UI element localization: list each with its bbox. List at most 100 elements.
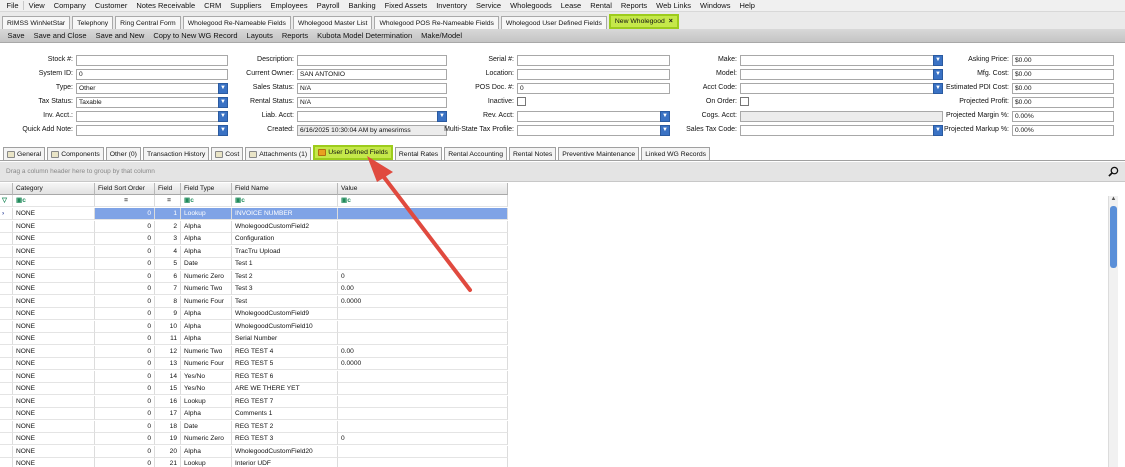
filter-cell[interactable]: ▣c <box>232 195 338 207</box>
cell-value[interactable] <box>338 383 508 395</box>
table-row[interactable]: › NONE 0 1 Lookup INVOICE NUMBER <box>0 208 508 220</box>
make-select[interactable] <box>740 55 943 66</box>
group-by-panel[interactable]: Drag a column header here to group by th… <box>0 162 1125 182</box>
cell-value[interactable]: 0.0000 <box>338 295 508 308</box>
table-row[interactable]: NONE 0 16 Lookup REG TEST 7 <box>0 395 508 408</box>
toolbar-make-model-button[interactable]: Make/Model <box>417 31 467 40</box>
inv-acct-select[interactable] <box>76 111 228 122</box>
menu-file[interactable]: File <box>2 0 23 12</box>
table-row[interactable]: NONE 0 19 Numeric Zero REG TEST 30 <box>0 433 508 445</box>
cell-value[interactable] <box>338 370 508 383</box>
cell-value[interactable] <box>338 458 508 467</box>
window-tab-rimss-winnetstar[interactable]: RIMSS WinNetStar <box>2 16 71 29</box>
description-input[interactable] <box>297 55 447 66</box>
multi-state-dropdown-icon[interactable]: ▼ <box>660 125 670 136</box>
table-row[interactable]: NONE 0 8 Numeric Four Test 0.0000 <box>0 295 508 308</box>
menu-lease[interactable]: Lease <box>556 0 585 12</box>
rev-acct-field[interactable]: Rev. Acct: ▼ <box>483 111 670 123</box>
tab-rental-notes[interactable]: Rental Notes <box>508 147 557 160</box>
table-row[interactable]: NONE 0 6 Numeric Zero Test 20 <box>0 270 508 283</box>
sales-tax-code-select[interactable] <box>740 125 943 136</box>
menu-inventory[interactable]: Inventory <box>432 0 472 12</box>
mfg-cost-input[interactable]: $0.00 <box>1012 69 1114 80</box>
column-header-value[interactable]: Value <box>338 183 508 195</box>
column-header-field[interactable]: Field <box>155 183 181 195</box>
filter-cell[interactable]: ▣c <box>181 195 232 207</box>
toolbar-kubota-model-determination-button[interactable]: Kubota Model Determination <box>313 31 417 40</box>
tab-linked-wg-records[interactable]: Linked WG Records <box>641 147 711 160</box>
toolbar-save-and-new-button[interactable]: Save and New <box>91 31 149 40</box>
est-pdi-field[interactable]: Estimated PDI Cost: $0.00 <box>946 83 1114 95</box>
cell-value[interactable] <box>338 333 508 345</box>
menu-suppliers[interactable]: Suppliers <box>226 0 266 12</box>
tax-status-field[interactable]: Tax Status: Taxable ▼ <box>38 97 228 109</box>
tab-cost[interactable]: Cost <box>211 147 244 160</box>
tab-other-0-[interactable]: Other (0) <box>105 147 141 160</box>
tab-rental-accounting[interactable]: Rental Accounting <box>444 147 507 160</box>
table-row[interactable]: NONE 0 11 Alpha Serial Number <box>0 333 508 345</box>
rev-acct-select[interactable] <box>517 111 670 122</box>
current-owner-input[interactable]: SAN ANTONIO <box>297 69 447 80</box>
menu-rental[interactable]: Rental <box>586 0 617 12</box>
cell-value[interactable] <box>338 208 508 220</box>
menu-wholegoods[interactable]: Wholegoods <box>506 0 557 12</box>
liab-acct-field[interactable]: Liab. Acct: ▼ <box>262 111 447 123</box>
model-dropdown-icon[interactable]: ▼ <box>933 69 943 80</box>
menu-fixed-assets[interactable]: Fixed Assets <box>380 0 432 12</box>
description-field[interactable]: Description: <box>257 55 447 67</box>
on-order-checkbox[interactable] <box>740 97 749 106</box>
window-tab-wholegood-pos-re-nameable-fields[interactable]: Wholegood POS Re-Nameable Fields <box>374 16 499 29</box>
filter-cell[interactable]: ▣c <box>13 195 95 207</box>
mfg-cost-field[interactable]: Mfg. Cost: $0.00 <box>977 69 1114 81</box>
sales-status-field[interactable]: Sales Status: N/A <box>253 83 447 95</box>
table-row[interactable]: NONE 0 2 Alpha WholegoodCustomField2 <box>0 220 508 233</box>
system-id-field[interactable]: System ID: 0 <box>39 69 228 81</box>
menu-reports[interactable]: Reports <box>616 0 651 12</box>
sales-tax-code-dropdown-icon[interactable]: ▼ <box>933 125 943 136</box>
rev-acct-dropdown-icon[interactable]: ▼ <box>660 111 670 122</box>
cell-value[interactable]: 0.00 <box>338 345 508 358</box>
window-tab-telephony[interactable]: Telephony <box>72 16 114 29</box>
acct-code-dropdown-icon[interactable]: ▼ <box>933 83 943 94</box>
model-field[interactable]: Model: ▼ <box>716 69 943 81</box>
table-row[interactable]: NONE 0 20 Alpha WholegoodCustomField20 <box>0 445 508 458</box>
rental-status-field[interactable]: Rental Status: N/A <box>250 97 447 109</box>
search-icon[interactable] <box>1108 166 1119 177</box>
asking-price-field[interactable]: Asking Price: $0.00 <box>968 55 1114 67</box>
window-tab-new-wholegood[interactable]: New Wholegood × <box>608 14 679 29</box>
inactive-checkbox[interactable] <box>517 97 526 106</box>
cell-value[interactable] <box>338 420 508 433</box>
vertical-scrollbar[interactable]: ▲ <box>1108 196 1118 467</box>
type-field[interactable]: Type: Other ▼ <box>56 83 228 95</box>
toolbar-save-button[interactable]: Save <box>3 31 29 40</box>
location-input[interactable] <box>517 69 670 80</box>
menu-service[interactable]: Service <box>472 0 506 12</box>
est-pdi-input[interactable]: $0.00 <box>1012 83 1114 94</box>
pos-doc-input[interactable]: 0 <box>517 83 670 94</box>
table-row[interactable]: NONE 0 18 Date REG TEST 2 <box>0 420 508 433</box>
type-dropdown-icon[interactable]: ▼ <box>218 83 228 94</box>
menu-view[interactable]: View <box>24 0 49 12</box>
quick-add-note-dropdown-icon[interactable]: ▼ <box>218 125 228 136</box>
serial-input[interactable] <box>517 55 670 66</box>
column-header-field-type[interactable]: Field Type <box>181 183 232 195</box>
on-order-field[interactable]: On Order: <box>706 97 749 109</box>
table-row[interactable]: NONE 0 5 Date Test 1 <box>0 258 508 270</box>
scroll-thumb[interactable] <box>1110 206 1117 268</box>
menu-crm[interactable]: CRM <box>200 0 226 12</box>
pos-doc-field[interactable]: POS Doc. #: 0 <box>475 83 670 95</box>
tab-attachments-1-[interactable]: Attachments (1) <box>245 147 312 160</box>
table-row[interactable]: NONE 0 14 Yes/No REG TEST 6 <box>0 370 508 383</box>
toolbar-layouts-button[interactable]: Layouts <box>242 31 277 40</box>
menu-company[interactable]: Company <box>49 0 90 12</box>
tab-general[interactable]: General <box>3 147 46 160</box>
asking-price-input[interactable]: $0.00 <box>1012 55 1114 66</box>
scroll-up-icon[interactable]: ▲ <box>1109 196 1118 205</box>
cell-value[interactable]: 0 <box>338 270 508 283</box>
toolbar-reports-button[interactable]: Reports <box>277 31 312 40</box>
menu-banking[interactable]: Banking <box>344 0 380 12</box>
location-field[interactable]: Location: <box>486 69 670 81</box>
quick-add-note-field[interactable]: Quick Add Note: ▼ <box>22 125 228 137</box>
tab-user-defined-fields[interactable]: User Defined Fields <box>313 145 393 160</box>
stock-field[interactable]: Stock #: <box>48 55 228 67</box>
